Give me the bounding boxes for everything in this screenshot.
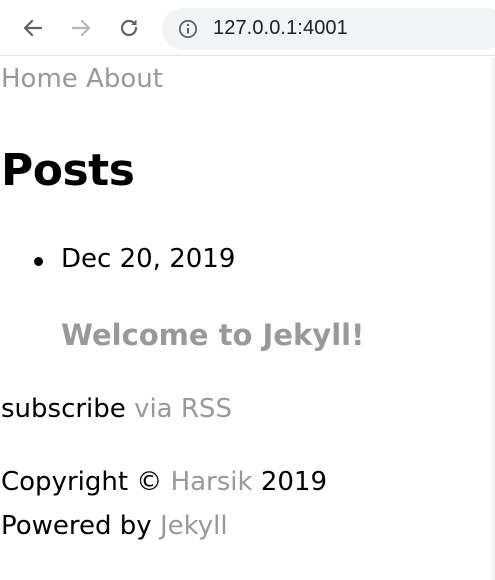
browser-toolbar: 127.0.0.1:4001 [0, 0, 495, 56]
subscribe-label: subscribe [1, 394, 126, 424]
address-bar[interactable]: 127.0.0.1:4001 [162, 8, 495, 50]
rss-link[interactable]: via RSS [134, 394, 232, 424]
url-text[interactable]: 127.0.0.1:4001 [213, 17, 348, 40]
copyright-line: Copyright © Harsik 2019 [1, 467, 327, 497]
info-icon[interactable] [178, 19, 198, 39]
copyright-year: 2019 [260, 467, 328, 497]
back-button[interactable] [19, 14, 47, 42]
arrow-left-icon [23, 19, 43, 37]
arrow-right-icon [71, 19, 91, 37]
post-date: Dec 20, 2019 [61, 244, 236, 274]
forward-button[interactable] [67, 14, 95, 42]
nav-home-link[interactable]: Home [1, 64, 78, 94]
bullet [34, 257, 43, 266]
author-link[interactable]: Harsik [171, 467, 253, 497]
powered-by-prefix: Powered by [1, 511, 152, 541]
scroll-shadow [490, 57, 495, 580]
nav-about-link[interactable]: About [86, 64, 163, 94]
reload-icon [120, 19, 138, 37]
page-content: Home About Posts Dec 20, 2019 Welcome to… [0, 57, 495, 580]
page-title: Posts [1, 145, 135, 196]
copyright-prefix: Copyright © [1, 467, 163, 497]
subscribe-line: subscribe via RSS [1, 394, 232, 424]
site-nav: Home About [1, 64, 163, 94]
post-title-link[interactable]: Welcome to Jekyll! [61, 318, 364, 352]
jekyll-link[interactable]: Jekyll [160, 511, 228, 541]
powered-by-line: Powered by Jekyll [1, 511, 228, 541]
reload-button[interactable] [115, 14, 143, 42]
